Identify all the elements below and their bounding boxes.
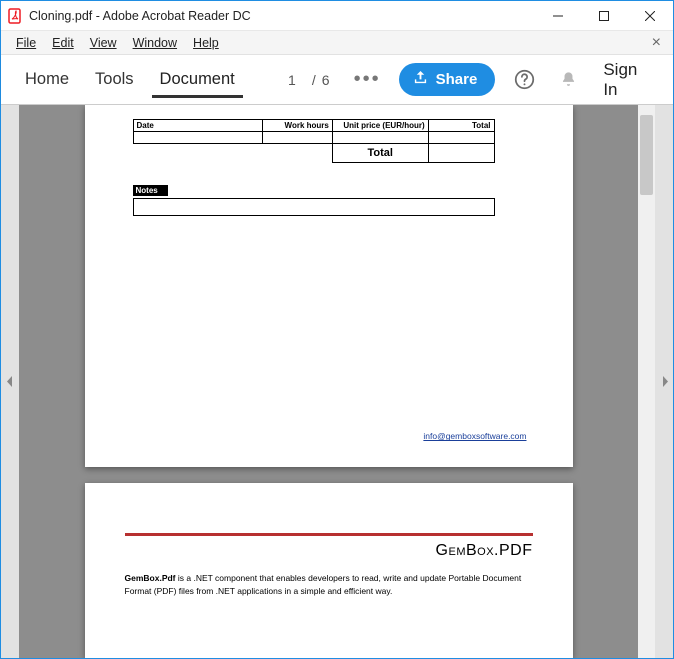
th-hours: Work hours (263, 120, 333, 132)
menu-edit[interactable]: Edit (45, 34, 81, 52)
share-icon (413, 70, 428, 89)
brand-rule (125, 533, 533, 536)
acrobat-icon (7, 8, 23, 24)
help-icon[interactable] (509, 64, 539, 96)
tab-home[interactable]: Home (15, 55, 79, 104)
bell-icon[interactable] (553, 64, 583, 96)
tab-tools[interactable]: Tools (85, 55, 144, 104)
total-label: Total (332, 144, 428, 163)
th-unit: Unit price (EUR/hour) (332, 120, 428, 132)
menu-window[interactable]: Window (126, 34, 184, 52)
minimize-button[interactable] (535, 1, 581, 30)
menu-help[interactable]: Help (186, 34, 226, 52)
brand-title: GemBox.PDF (125, 542, 533, 560)
vertical-scrollbar[interactable] (638, 105, 655, 658)
product-description: GemBox.Pdf is a .NET component that enab… (125, 572, 533, 597)
pdf-page-1: Date Work hours Unit price (EUR/hour) To… (85, 105, 573, 467)
th-total: Total (428, 120, 494, 132)
menu-view[interactable]: View (83, 34, 124, 52)
maximize-button[interactable] (581, 1, 627, 30)
notes-box (133, 198, 495, 216)
menubar: File Edit View Window Help × (1, 31, 673, 55)
page-indicator: 1 / 6 (278, 72, 330, 88)
menu-file[interactable]: File (9, 34, 43, 52)
window-title: Cloning.pdf - Adobe Acrobat Reader DC (29, 9, 251, 23)
page-total: 6 (322, 72, 330, 88)
left-panel-handle[interactable] (1, 105, 19, 658)
page-sep: / (312, 72, 316, 88)
close-button[interactable] (627, 1, 673, 30)
notes-label: Notes (133, 185, 168, 196)
more-tools-icon[interactable]: ••• (348, 68, 387, 91)
share-button[interactable]: Share (399, 63, 496, 96)
th-date: Date (133, 120, 263, 132)
toolbar: Home Tools Document 1 / 6 ••• Share Sign… (1, 55, 673, 105)
footer-email-link[interactable]: info@gemboxsoftware.com (423, 431, 526, 441)
right-panel-handle[interactable] (655, 105, 673, 658)
tab-document[interactable]: Document (150, 55, 245, 104)
scroll-thumb[interactable] (640, 115, 653, 195)
content-area: Date Work hours Unit price (EUR/hour) To… (1, 105, 673, 658)
table-row (133, 132, 494, 144)
table-total-row: Total (133, 144, 494, 163)
titlebar: Cloning.pdf - Adobe Acrobat Reader DC (1, 1, 673, 31)
document-viewport[interactable]: Date Work hours Unit price (EUR/hour) To… (19, 105, 638, 658)
page-current-input[interactable]: 1 (278, 72, 306, 88)
pdf-page-2: GemBox.PDF GemBox.Pdf is a .NET componen… (85, 483, 573, 658)
sign-in-button[interactable]: Sign In (603, 60, 653, 100)
document-close-icon[interactable]: × (648, 34, 665, 52)
share-button-label: Share (436, 71, 478, 88)
invoice-table: Date Work hours Unit price (EUR/hour) To… (133, 119, 495, 163)
